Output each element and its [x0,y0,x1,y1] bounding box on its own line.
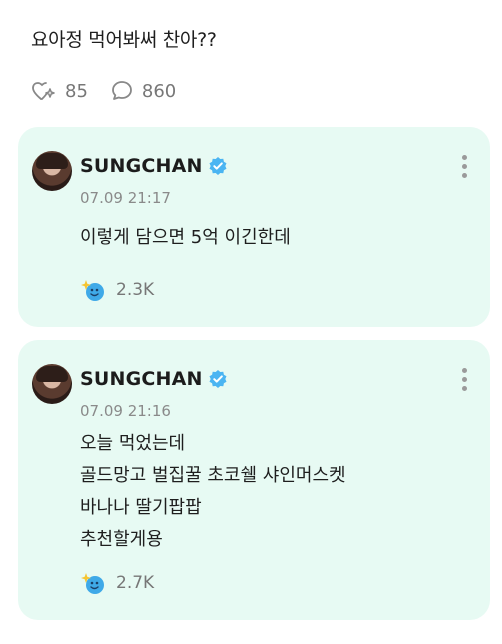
blue-emoji-sparkle-icon [81,280,104,301]
more-vertical-icon[interactable] [462,368,468,394]
reply-line: 바나나 딸기팝팝 [80,497,202,518]
author-name[interactable]: SUNGCHAN [80,368,203,390]
sparkle-heart-icon [32,82,55,100]
author-name[interactable]: SUNGCHAN [80,155,203,177]
comment-stat[interactable]: 860 [110,79,176,103]
reply-card[interactable]: SUNGCHAN 07.09 21:16 오늘 먹었는데 골드망고 벌집꿀 초코… [18,340,490,620]
reply-body: 이렇게 담으면 5억 이긴한데 [80,222,291,254]
verified-badge-icon [209,370,227,388]
more-vertical-icon[interactable] [462,155,468,181]
post-stats: 85 860 [31,78,198,104]
reply-line: 이렇게 담으면 5억 이긴한데 [80,227,291,248]
avatar[interactable] [32,151,72,191]
reaction-count: 2.7K [116,573,155,593]
verified-badge-icon [209,157,227,175]
reply-line: 추천할게용 [80,529,163,550]
like-stat[interactable]: 85 [31,79,88,103]
reply-body: 오늘 먹었는데 골드망고 벌집꿀 초코쉘 샤인머스켓 바나나 딸기팝팝 추천할게… [80,428,346,556]
reply-line: 오늘 먹었는데 [80,433,186,454]
like-count: 85 [65,80,88,102]
post-text: 요아정 먹어봐써 찬아?? [31,29,217,51]
comment-count: 860 [141,80,177,102]
avatar[interactable] [32,364,72,404]
blue-emoji-sparkle-icon [81,573,104,594]
reaction-count: 2.3K [116,280,155,300]
reply-time: 07.09 21:17 [80,189,171,207]
reaction[interactable]: 2.7K [80,570,154,596]
reaction[interactable]: 2.3K [80,277,154,303]
reply-card[interactable]: SUNGCHAN 07.09 21:17 이렇게 담으면 5억 이긴한데 2.3… [18,127,490,327]
speech-bubble-icon [112,81,132,100]
reply-line: 골드망고 벌집꿀 초코쉘 샤인머스켓 [80,465,346,486]
reply-time: 07.09 21:16 [80,402,171,420]
